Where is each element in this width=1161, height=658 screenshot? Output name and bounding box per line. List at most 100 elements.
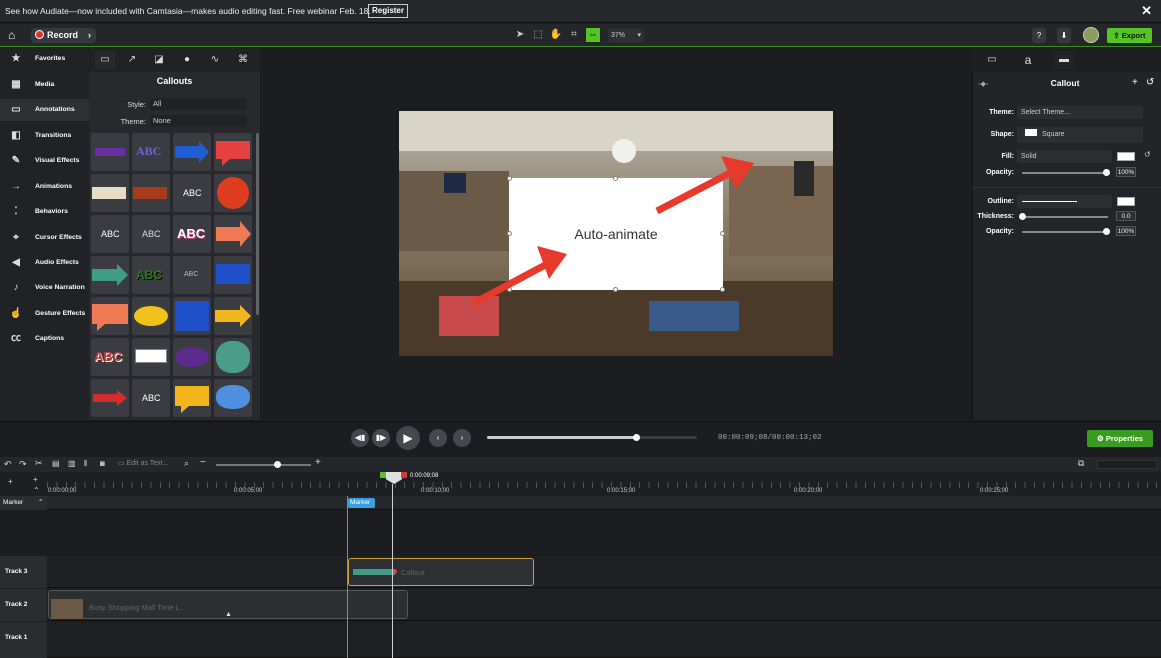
sidebar-item-gesture-effects[interactable]: ☝ Gesture Effects xyxy=(0,303,89,325)
timeline-overview[interactable] xyxy=(1097,460,1157,469)
sidebar-item-animations[interactable]: → Animations xyxy=(0,176,89,198)
outline-opacity-input[interactable]: 100% xyxy=(1116,226,1136,236)
sidebar-item-voice-narration[interactable]: ♪ Voice Narration xyxy=(0,277,89,299)
blur-tab-icon[interactable]: ● xyxy=(177,51,197,69)
step-forward-icon[interactable]: ▮▶ xyxy=(372,429,390,447)
scrub-track[interactable] xyxy=(487,434,697,441)
help-button[interactable]: ? xyxy=(1032,28,1046,43)
timeline-zoom-slider[interactable] xyxy=(216,464,311,466)
callout-thumbnail[interactable] xyxy=(91,174,129,212)
close-icon[interactable]: ✕ xyxy=(1141,3,1152,19)
keystroke-tab-icon[interactable]: ⌘ xyxy=(233,51,253,69)
track-1-header[interactable]: Track 1 xyxy=(0,622,47,658)
sidebar-item-captions[interactable]: ㏄ Captions xyxy=(0,328,89,350)
opacity-slider-knob[interactable] xyxy=(1103,169,1110,176)
sidebar-item-annotations[interactable]: ▭ Annotations xyxy=(0,99,89,121)
fill-color-swatch[interactable] xyxy=(1117,152,1135,161)
callout-thumbnail[interactable]: ABC xyxy=(91,338,129,376)
callout-clip[interactable]: Callout xyxy=(348,558,534,586)
sketch-tab-icon[interactable]: ∿ xyxy=(205,51,225,69)
add-icon[interactable]: + xyxy=(1132,77,1138,88)
register-button[interactable]: Register xyxy=(368,4,408,18)
video-clip[interactable]: Busy Shopping Mall Time L... ▲ xyxy=(48,590,408,619)
callout-thumbnail[interactable] xyxy=(214,379,252,417)
next-icon[interactable]: › xyxy=(453,429,471,447)
visual-properties-tab-icon[interactable]: ▭ xyxy=(982,51,1002,69)
edit-as-text-button[interactable]: ▭ Edit as Text... xyxy=(118,459,168,467)
callout-thumbnail[interactable] xyxy=(214,133,252,171)
cut-icon[interactable]: ✂ xyxy=(35,458,43,469)
paste-icon[interactable]: ▥ xyxy=(68,459,76,468)
add-marker-icon[interactable]: + xyxy=(33,475,38,484)
theme-prop-select[interactable]: Select Theme... xyxy=(1017,106,1143,119)
pan-hand-icon[interactable]: ✋ xyxy=(549,28,563,42)
sidebar-item-media[interactable]: ▦ Media xyxy=(0,74,89,96)
callout-thumbnail[interactable]: ABC xyxy=(132,256,170,294)
opacity-input[interactable]: 100% xyxy=(1116,167,1136,177)
previous-icon[interactable]: ‹ xyxy=(429,429,447,447)
zoom-search-icon[interactable]: ⌕ xyxy=(184,458,189,469)
callout-thumbnail[interactable] xyxy=(91,297,129,335)
timeline-zoom-knob[interactable] xyxy=(274,461,281,468)
sidebar-item-visual-effects[interactable]: ✎ Visual Effects xyxy=(0,150,89,172)
shape-tab-icon[interactable]: ◪ xyxy=(149,51,169,69)
select-tool-icon[interactable]: ➤ xyxy=(513,28,527,42)
callout-thumbnail[interactable] xyxy=(173,297,211,335)
sidebar-item-cursor-effects[interactable]: ⌖ Cursor Effects xyxy=(0,227,89,249)
callout-thumbnail[interactable] xyxy=(214,338,252,376)
play-icon[interactable]: ▶ xyxy=(396,426,420,450)
text-properties-tab[interactable]: a xyxy=(1018,51,1038,69)
thickness-slider[interactable] xyxy=(1022,216,1108,218)
reset-icon[interactable]: ↺ xyxy=(1146,77,1154,88)
outline-opacity-slider[interactable] xyxy=(1022,231,1108,233)
zoom-select[interactable]: 37% ▾ xyxy=(608,29,644,42)
step-back-icon[interactable]: ◀▮ xyxy=(351,429,369,447)
reset-fill-icon[interactable]: ↺ xyxy=(1144,150,1151,159)
callout-thumbnail[interactable] xyxy=(173,338,211,376)
copy-icon[interactable]: ▤ xyxy=(52,459,60,468)
detach-timeline-icon[interactable]: ⧉ xyxy=(1078,458,1084,469)
chevron-icon[interactable]: ⌃ xyxy=(38,496,43,510)
callout-thumbnail[interactable] xyxy=(132,174,170,212)
properties-button[interactable]: ⚙ Properties xyxy=(1087,430,1153,447)
callout-thumbnail[interactable]: ABC xyxy=(132,133,170,171)
marker-tag[interactable]: Marker xyxy=(348,498,375,508)
export-button[interactable]: ⇪ Export xyxy=(1107,28,1152,43)
track-3-header[interactable]: Track 3 xyxy=(0,556,47,588)
panel-scrollbar[interactable] xyxy=(256,133,259,315)
split-icon[interactable]: ⫴ xyxy=(84,459,87,469)
record-button[interactable]: Record › xyxy=(31,28,96,43)
callout-thumbnail[interactable] xyxy=(214,297,252,335)
track-2-header[interactable]: Track 2 xyxy=(0,589,47,621)
callout-thumbnail[interactable] xyxy=(173,133,211,171)
crop-icon[interactable]: ⌗ xyxy=(567,28,581,42)
add-track-icon[interactable]: + xyxy=(8,477,13,486)
opacity-slider[interactable] xyxy=(1022,172,1108,174)
callout-tab-icon[interactable]: ▭ xyxy=(95,51,115,69)
avatar[interactable] xyxy=(1083,27,1099,43)
callout-thumbnail[interactable] xyxy=(214,256,252,294)
shape-select[interactable]: Square xyxy=(1017,127,1143,143)
callout-thumbnail[interactable]: ABC xyxy=(132,379,170,417)
playhead-line[interactable] xyxy=(392,484,393,658)
fill-select[interactable]: Solid xyxy=(1017,150,1112,163)
callout-thumbnail[interactable]: ABC xyxy=(173,215,211,253)
arrow-tab-icon[interactable]: ↗ xyxy=(122,51,142,69)
thickness-slider-knob[interactable] xyxy=(1019,213,1026,220)
callout-thumbnail[interactable]: ABC xyxy=(91,215,129,253)
style-select[interactable]: All xyxy=(150,98,247,110)
snapshot-icon[interactable]: ◙ xyxy=(100,459,105,468)
outline-color-swatch[interactable] xyxy=(1117,197,1135,206)
crop-handles-icon[interactable]: ⬚ xyxy=(531,28,545,42)
thickness-input[interactable]: 0.0 xyxy=(1116,211,1136,221)
fit-canvas-icon[interactable]: ⇔ xyxy=(586,28,600,42)
callout-thumbnail[interactable] xyxy=(214,215,252,253)
playhead-out-marker[interactable] xyxy=(401,472,407,478)
callout-thumbnail[interactable] xyxy=(91,379,129,417)
sidebar-item-favorites[interactable]: ★ Favorites xyxy=(0,48,89,70)
video-preview[interactable]: Auto-animate xyxy=(399,111,833,356)
callout-thumbnail[interactable] xyxy=(132,338,170,376)
sidebar-item-behaviors[interactable]: ⁚ Behaviors xyxy=(0,201,89,223)
download-icon[interactable]: ⬇ xyxy=(1057,28,1071,43)
theme-select[interactable]: None xyxy=(150,115,247,127)
